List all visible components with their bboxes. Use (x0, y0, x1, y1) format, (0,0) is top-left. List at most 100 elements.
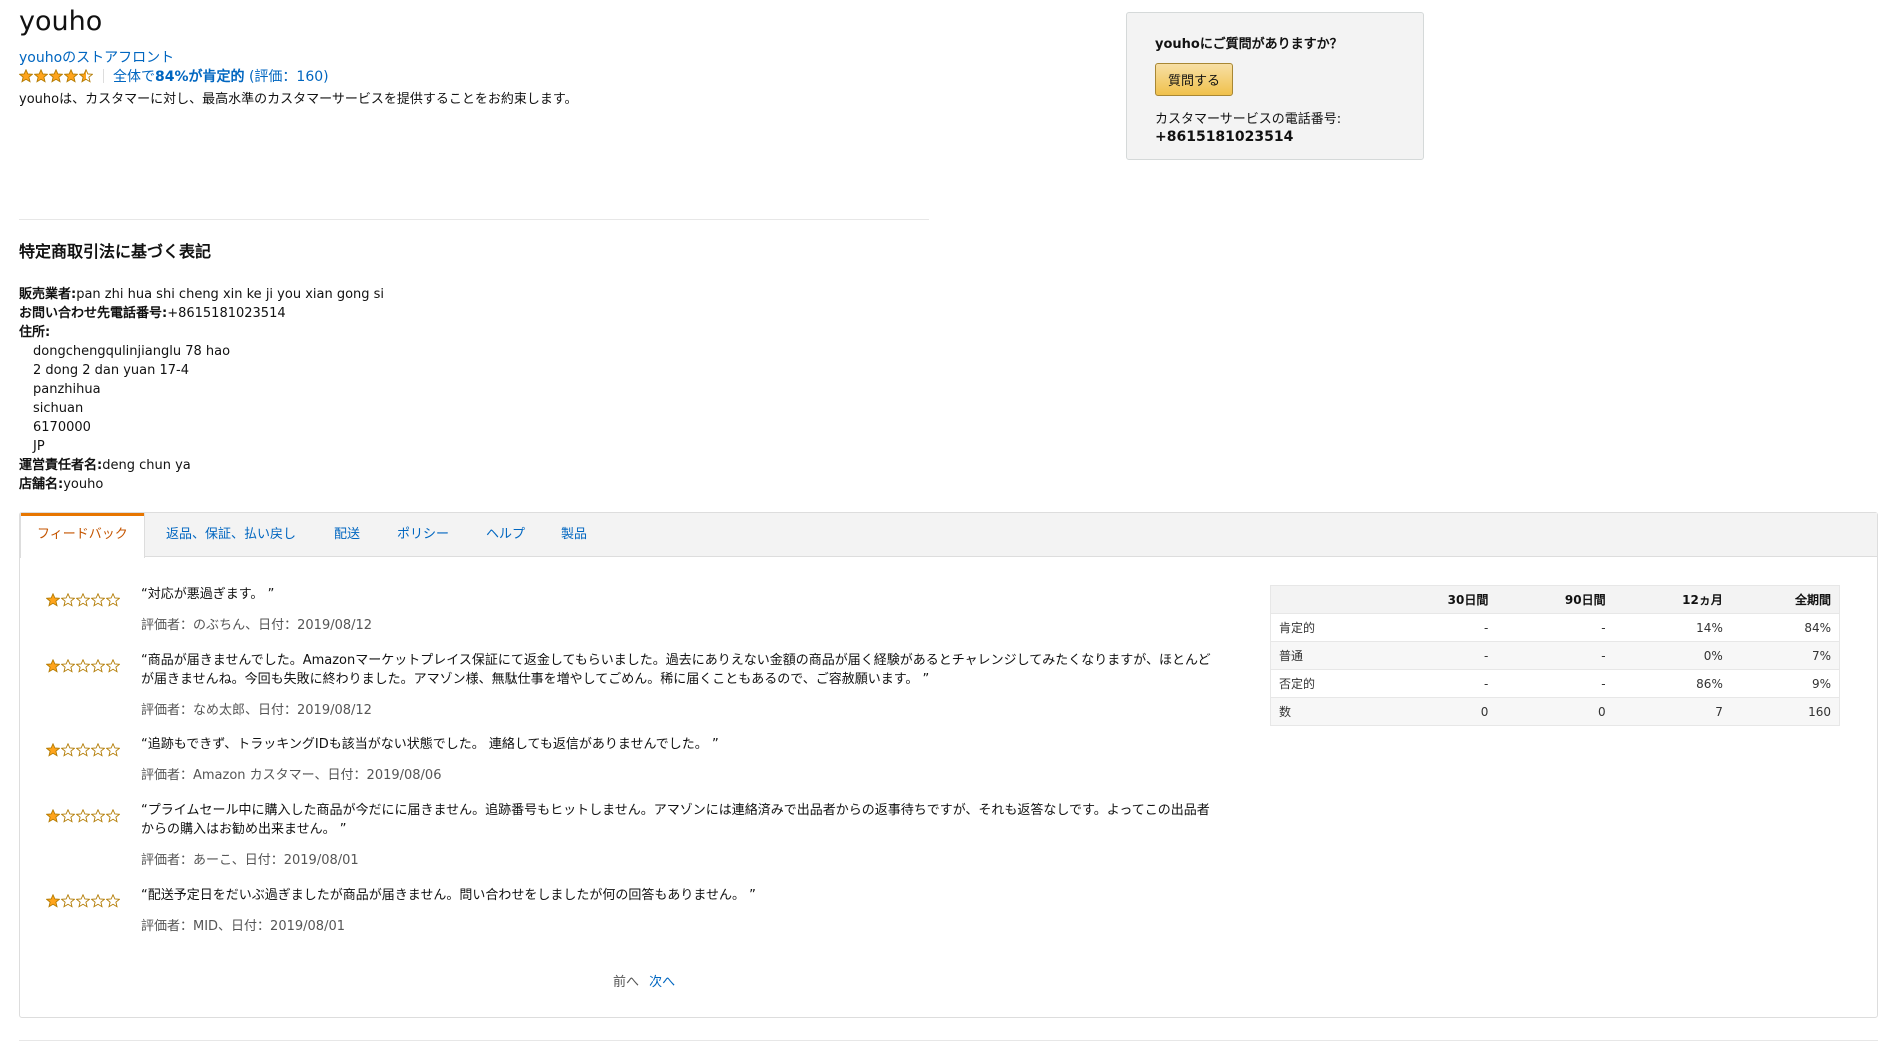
seller-label: 販売業者: (19, 287, 77, 302)
store-name: youho (19, 6, 103, 37)
stats-label: 否定的 (1270, 669, 1380, 698)
star-empty-icon (76, 593, 90, 607)
star-empty-icon (61, 809, 75, 823)
section-divider (19, 219, 929, 220)
shop-row: 店舗名:youho (19, 475, 384, 494)
stats-cell: - (1379, 669, 1497, 698)
tab-shipping[interactable]: 配送 (334, 513, 360, 557)
stats-cell: - (1496, 641, 1614, 670)
star-empty-icon (106, 743, 120, 757)
stats-cell: 160 (1730, 697, 1840, 726)
customer-service-phone: +8615181023514 (1155, 129, 1294, 145)
star-empty-icon (91, 743, 105, 757)
address-line: 6170000 (33, 420, 91, 435)
star-filled-icon (19, 69, 33, 83)
tab-products[interactable]: 製品 (561, 513, 587, 557)
stats-row: 普通 - - 0% 7% (1270, 641, 1840, 670)
feedback-meta: 評価者：あーこ、日付：2019/08/01 (141, 853, 359, 868)
tab-policies[interactable]: ポリシー (397, 513, 449, 557)
stats-header: 12ヵ月 (1613, 585, 1731, 614)
address-row: 住所: (19, 323, 384, 342)
address-line: 2 dong 2 dan yuan 17-4 (33, 363, 189, 378)
customer-service-phone-label: カスタマーサービスの電話番号: (1155, 112, 1342, 127)
stats-header: 90日間 (1496, 585, 1614, 614)
star-empty-icon (61, 593, 75, 607)
star-empty-icon (106, 809, 120, 823)
stats-cell: 14% (1613, 613, 1731, 642)
legal-notice-title: 特定商取引法に基づく表記 (19, 242, 212, 261)
manager-row: 運営責任者名:deng chun ya (19, 456, 384, 475)
phone-value: +8615181023514 (167, 306, 286, 321)
seller-rating: 全体で84%が肯定的 (評価：160) (19, 66, 329, 86)
feedback-text: “対応が悪過ぎます。 ” (141, 587, 275, 602)
feedback-meta: 評価者：のぶちん、日付：2019/08/12 (141, 618, 373, 633)
next-page-link[interactable]: 次へ (649, 975, 675, 990)
feedback-meta: 評価者：なめ太郎、日付：2019/08/12 (141, 703, 372, 718)
star-empty-icon (91, 809, 105, 823)
shop-label: 店舗名: (19, 477, 64, 492)
rating-stars (19, 69, 93, 83)
seller-row: 販売業者:pan zhi hua shi cheng xin ke ji you… (19, 285, 384, 304)
tab-returns[interactable]: 返品、保証、払い戻し (166, 513, 296, 557)
manager-value: deng chun ya (102, 458, 191, 473)
divider (103, 69, 104, 83)
stats-cell: - (1496, 669, 1614, 698)
service-promise: youhoは、カスタマーに対し、最高水準のカスタマーサービスを提供することをお約… (19, 92, 578, 107)
address-line: dongchengqulinjianglu 78 hao (33, 344, 231, 359)
tab-help[interactable]: ヘルプ (486, 513, 525, 557)
star-filled-icon (46, 894, 60, 908)
star-filled-icon (46, 809, 60, 823)
phone-row: お問い合わせ先電話番号:+8615181023514 (19, 304, 384, 323)
stats-cell: 0 (1496, 697, 1614, 726)
star-empty-icon (76, 659, 90, 673)
stats-cell: 9% (1730, 669, 1840, 698)
stats-row: 否定的 - - 86% 9% (1270, 669, 1840, 698)
feedback-stars (46, 593, 120, 607)
stats-cell: 7 (1613, 697, 1731, 726)
star-empty-icon (91, 659, 105, 673)
star-empty-icon (106, 659, 120, 673)
stats-header: 全期間 (1730, 585, 1840, 614)
address-line: panzhihua (33, 382, 101, 397)
address-line: JP (33, 439, 45, 454)
star-half-icon (79, 69, 93, 83)
stats-header (1270, 585, 1380, 614)
stats-cell: - (1379, 613, 1497, 642)
feedback-text: “プライムセール中に購入した商品が今だにに届きません。追跡番号もヒットしません。… (141, 803, 1210, 837)
stats-label: 普通 (1270, 641, 1380, 670)
star-empty-icon (76, 894, 90, 908)
legal-notice: 販売業者:pan zhi hua shi cheng xin ke ji you… (19, 285, 384, 494)
feedback-meta: 評価者：MID、日付：2019/08/01 (141, 919, 345, 934)
stats-label: 数 (1270, 697, 1380, 726)
star-empty-icon (91, 593, 105, 607)
feedback-text: “追跡もできず、トラッキングIDも該当がない状態でした。 連絡しても返信がありま… (141, 737, 719, 752)
stats-header-row: 30日間 90日間 12ヵ月 全期間 (1270, 585, 1840, 614)
star-empty-icon (91, 894, 105, 908)
address-line: sichuan (33, 401, 84, 416)
star-filled-icon (46, 743, 60, 757)
ask-question-button[interactable]: 質問する (1155, 63, 1234, 96)
feedback-text: “商品が届きませんでした。Amazonマーケットプレイス保証にて返金してもらいま… (141, 653, 1211, 687)
star-filled-icon (64, 69, 78, 83)
star-empty-icon (61, 659, 75, 673)
stats-cell: 7% (1730, 641, 1840, 670)
storefront-link[interactable]: youhoのストアフロント (19, 47, 174, 67)
question-box: youhoにご質問がありますか？ 質問する カスタマーサービスの電話番号: +8… (1126, 12, 1424, 160)
star-empty-icon (76, 809, 90, 823)
stats-cell: 0 (1379, 697, 1497, 726)
shop-value: youho (63, 477, 104, 492)
tab-feedback[interactable]: フィードバック (20, 513, 145, 558)
feedback-stars (46, 894, 120, 908)
rating-percent: 84%が肯定的 (155, 69, 245, 85)
prev-page-link: 前へ (613, 975, 640, 990)
pagination: 前へ 次へ (613, 971, 675, 990)
rating-summary-link[interactable]: 全体で84%が肯定的 (評価：160) (113, 66, 329, 86)
stats-cell: 0% (1613, 641, 1731, 670)
page-bottom-divider (19, 1040, 1878, 1041)
question-box-title: youhoにご質問がありますか？ (1155, 37, 1343, 52)
feedback-stars (46, 743, 120, 757)
stats-row: 数 0 0 7 160 (1270, 697, 1840, 726)
seller-value: pan zhi hua shi cheng xin ke ji you xian… (76, 287, 385, 302)
stats-cell: - (1379, 641, 1497, 670)
feedback-stars (46, 659, 120, 673)
